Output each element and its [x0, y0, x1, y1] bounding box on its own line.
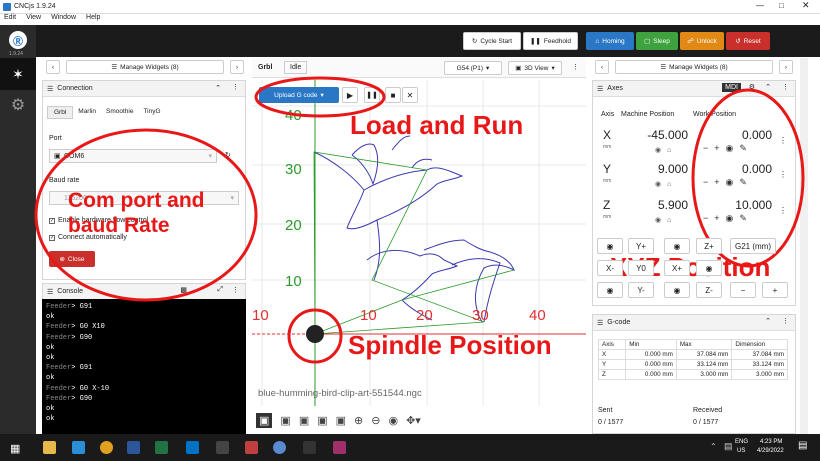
windows-taskbar: ▦ ⌃ ▤ ENG US 4:23 PM 4/29/2022 ▤	[0, 434, 820, 461]
jog-increase-button[interactable]: +	[762, 282, 788, 298]
jog-xplus-yminus-button[interactable]: ◉	[664, 282, 690, 298]
edge-icon[interactable]	[72, 441, 85, 454]
photos-icon[interactable]	[245, 441, 258, 454]
cncjs-taskbar-icon[interactable]	[273, 441, 286, 454]
jog-z0-button[interactable]: ◉	[696, 260, 722, 276]
spindle-ellipse	[287, 308, 343, 364]
jog-step-select[interactable]: G21 (mm)	[730, 238, 776, 254]
file-explorer-icon[interactable]	[43, 441, 56, 454]
jog-y0-button[interactable]: Y0	[628, 260, 654, 276]
network-icon[interactable]: ▤	[724, 441, 733, 452]
jog-yplus-button[interactable]: Y+	[628, 238, 654, 254]
jog-yminus-button[interactable]: Y-	[628, 282, 654, 298]
jog-xminus-yminus-button[interactable]: ◉	[597, 282, 623, 298]
outlook-icon[interactable]	[186, 441, 199, 454]
jog-xminus-yplus-button[interactable]: ◉	[597, 238, 623, 254]
lang-label[interactable]: ENG	[735, 439, 748, 445]
region-label: US	[737, 448, 746, 454]
notification-icon[interactable]: ▤	[798, 440, 807, 451]
windows-start-icon[interactable]: ▦	[10, 442, 20, 455]
clock-time[interactable]: 4:23 PM	[760, 439, 782, 445]
terminal-icon[interactable]	[216, 441, 229, 454]
jog-xminus-button[interactable]: X-	[597, 260, 623, 276]
jog-zplus-button[interactable]: Z+	[696, 238, 722, 254]
load-run-annotation: Load and Run	[350, 110, 524, 140]
spindle-annotation: Spindle Position	[348, 330, 552, 360]
clock-date: 4/29/2022	[757, 448, 784, 454]
jog-xplus-button[interactable]: X+	[664, 260, 690, 276]
jog-zminus-button[interactable]: Z-	[696, 282, 722, 298]
com-port-annotation: Com port and baud Rate	[68, 189, 205, 238]
excel-icon[interactable]	[155, 441, 168, 454]
app-taskbar-icon[interactable]	[303, 441, 316, 454]
chrome-icon[interactable]	[100, 441, 113, 454]
tray-caret-icon[interactable]: ⌃	[710, 442, 717, 451]
word-icon[interactable]	[127, 441, 140, 454]
jog-decrease-button[interactable]: −	[730, 282, 756, 298]
jog-xplus-yplus-button[interactable]: ◉	[664, 238, 690, 254]
slack-icon[interactable]	[333, 441, 346, 454]
